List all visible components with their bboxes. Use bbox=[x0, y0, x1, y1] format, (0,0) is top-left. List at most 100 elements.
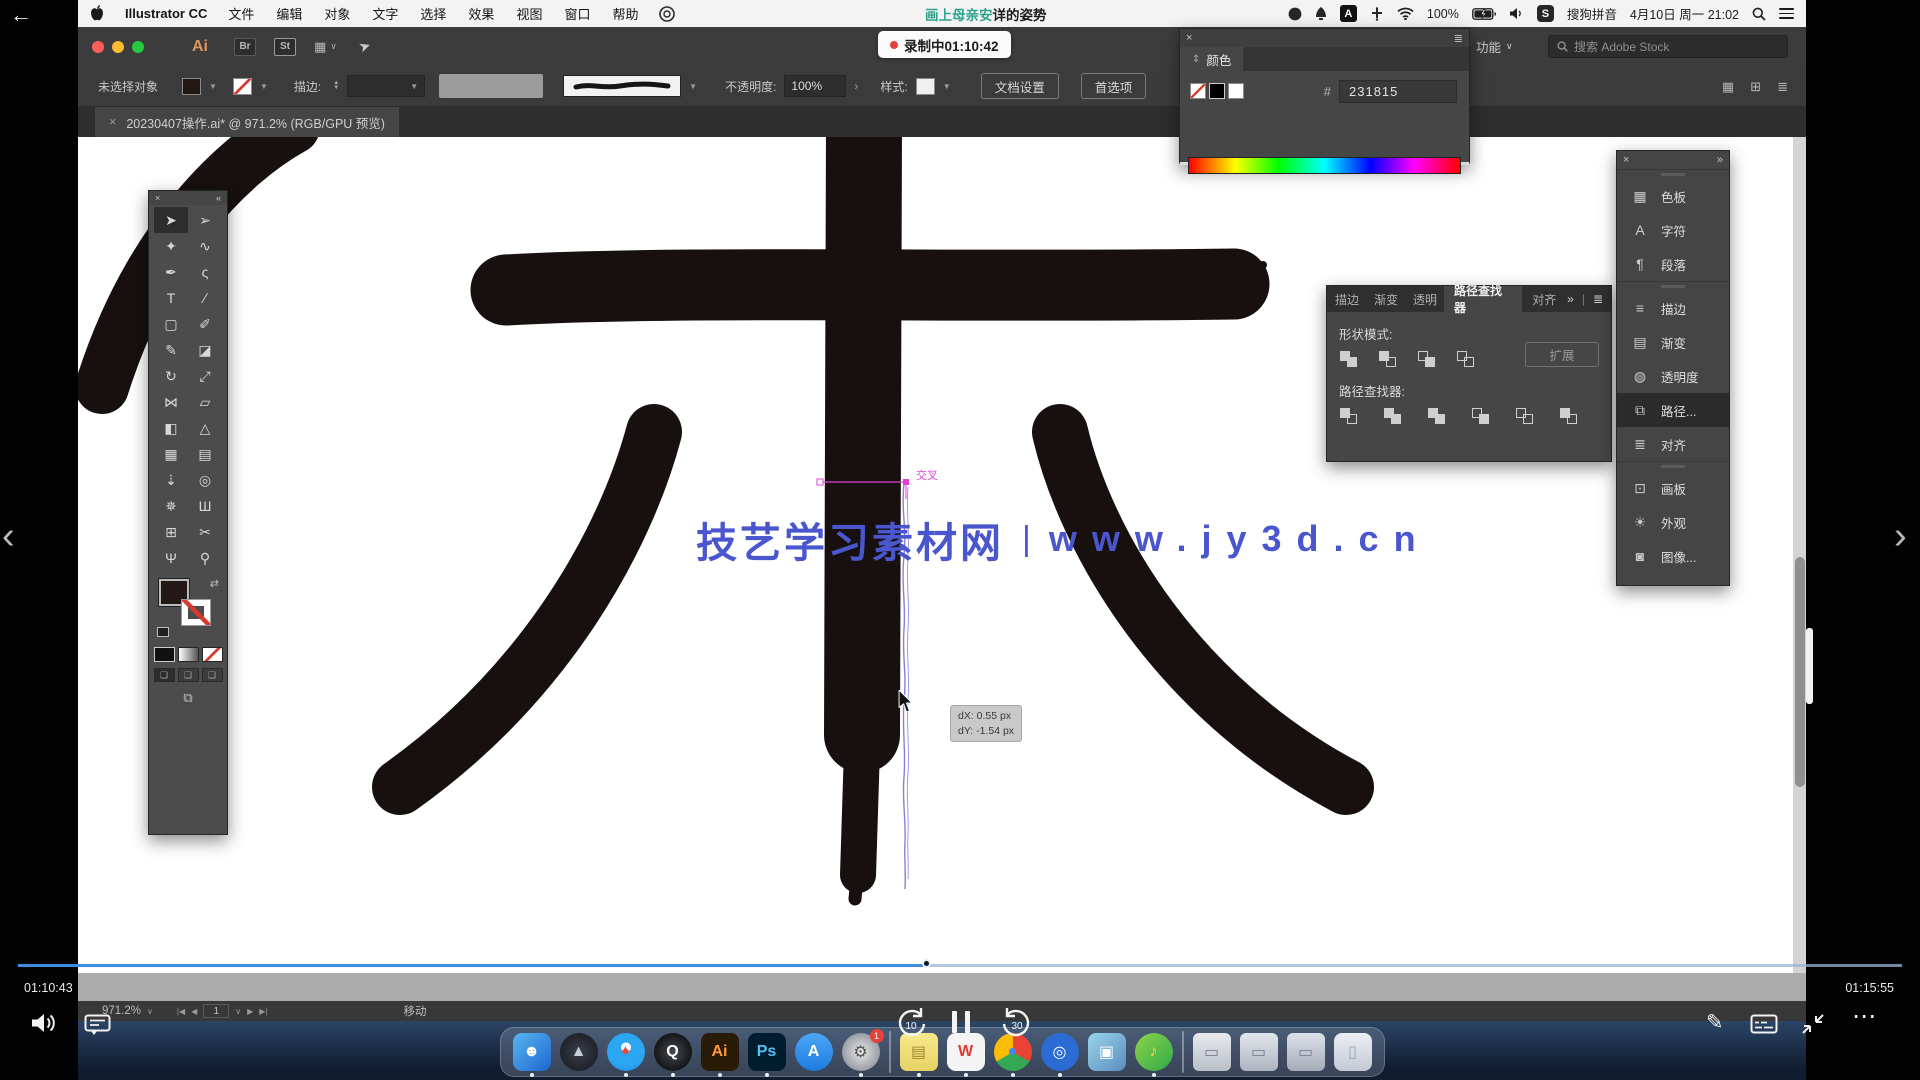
tab-pathfinder-active[interactable]: 路径查找器 bbox=[1444, 286, 1522, 312]
exit-fullscreen-button[interactable] bbox=[1800, 1012, 1826, 1036]
menu-object[interactable]: 对象 bbox=[324, 4, 350, 23]
spotlight-search-icon[interactable] bbox=[1752, 7, 1766, 21]
dock-qq-browser[interactable]: ◎ bbox=[1041, 1033, 1079, 1071]
menubar-app-name[interactable]: Illustrator CC bbox=[125, 6, 207, 21]
anchor-point-hollow[interactable] bbox=[817, 479, 823, 485]
type-tool[interactable]: T bbox=[154, 285, 188, 311]
back-button[interactable]: ← bbox=[10, 2, 32, 28]
brush-definition-preview[interactable] bbox=[563, 75, 681, 97]
artboard-number-input[interactable]: 1 bbox=[203, 1004, 229, 1018]
menu-edit[interactable]: 编辑 bbox=[276, 4, 302, 23]
panel-tab-artboards[interactable]: ⊡ 画板 bbox=[1617, 471, 1729, 505]
dock-wps[interactable]: W bbox=[947, 1033, 985, 1071]
dock-photoshop[interactable]: Ps bbox=[748, 1033, 786, 1071]
selection-tool[interactable]: ➤ bbox=[154, 207, 188, 233]
creative-cloud-icon[interactable] bbox=[659, 6, 675, 22]
artboard-chevron-icon[interactable]: ∨ bbox=[235, 1007, 241, 1016]
panel-tab-pathfinder[interactable]: ⧉ 路径... bbox=[1617, 393, 1729, 427]
curvature-tool[interactable]: ς bbox=[188, 259, 222, 285]
lasso-tool[interactable]: ∿ bbox=[188, 233, 222, 259]
tab-gradient[interactable]: 渐变 bbox=[1366, 291, 1405, 308]
stroke-color-swatch[interactable] bbox=[233, 78, 252, 95]
mesh-tool[interactable]: ▦ bbox=[154, 441, 188, 467]
menu-type[interactable]: 文字 bbox=[372, 4, 398, 23]
direct-selection-tool[interactable]: ➢ bbox=[188, 207, 222, 233]
document-setup-button[interactable]: 文档设置 bbox=[981, 73, 1059, 99]
magic-wand-tool[interactable]: ✦ bbox=[154, 233, 188, 259]
document-tab[interactable]: × 20230407操作.ai* @ 971.2% (RGB/GPU 预览) bbox=[95, 107, 399, 137]
style-swatch[interactable] bbox=[916, 78, 935, 95]
draw-behind-button[interactable]: ❏ bbox=[178, 668, 199, 682]
slice-tool[interactable]: ✂ bbox=[188, 519, 222, 545]
dock-finder[interactable]: ☻ bbox=[513, 1033, 551, 1071]
draw-normal-button[interactable]: ❏ bbox=[154, 668, 175, 682]
panel-tab-image-trace[interactable]: ◙ 图像... bbox=[1617, 539, 1729, 573]
fill-color-swatch[interactable] bbox=[182, 78, 201, 95]
zoom-chevron-icon[interactable]: ∨ bbox=[147, 1007, 153, 1016]
input-source-icon[interactable]: A bbox=[1340, 5, 1357, 22]
prev-artboard-icon[interactable]: ◀ bbox=[191, 1007, 197, 1016]
dock-trash[interactable]: ▯ bbox=[1334, 1033, 1372, 1071]
column-graph-tool[interactable]: Ш bbox=[188, 493, 222, 519]
fill-chevron-icon[interactable]: ▼ bbox=[209, 82, 217, 91]
pathfinder-minus-back[interactable] bbox=[1559, 407, 1583, 426]
seek-bar[interactable] bbox=[18, 964, 1902, 967]
preferences-button[interactable]: 首选项 bbox=[1081, 73, 1147, 99]
tab-close-icon[interactable]: × bbox=[109, 115, 116, 129]
ime-name[interactable]: 搜狗拼音 bbox=[1567, 4, 1617, 23]
sogou-ime-icon[interactable]: S bbox=[1537, 5, 1554, 22]
menu-window[interactable]: 窗口 bbox=[564, 4, 590, 23]
volume-button[interactable] bbox=[30, 1010, 57, 1036]
dock-close-icon[interactable]: × bbox=[1623, 154, 1629, 166]
menubar-datetime[interactable]: 4月10日 周一 21:02 bbox=[1630, 4, 1739, 23]
pause-button[interactable] bbox=[952, 1011, 970, 1033]
tab-stroke[interactable]: 描边 bbox=[1327, 291, 1366, 308]
stock-button[interactable]: St bbox=[274, 38, 296, 56]
expand-button[interactable]: 扩展 bbox=[1525, 342, 1599, 367]
white-color-swatch[interactable] bbox=[1228, 83, 1244, 99]
forward-30-button[interactable]: 30 bbox=[1000, 1006, 1034, 1042]
line-segment-tool[interactable]: ∕ bbox=[188, 285, 222, 311]
more-options-button[interactable]: ⋯ bbox=[1852, 1002, 1877, 1031]
bridge-button[interactable]: Br bbox=[234, 38, 256, 56]
danmaku-toggle-button[interactable] bbox=[84, 1014, 111, 1036]
panel-tab-transparency[interactable]: ◍ 透明度 bbox=[1617, 359, 1729, 393]
shape-builder-tool[interactable]: ◧ bbox=[154, 415, 188, 441]
width-tool[interactable]: ⋈ bbox=[154, 389, 188, 415]
color-spectrum-bar[interactable] bbox=[1188, 157, 1461, 174]
control-center-icon[interactable] bbox=[1779, 8, 1794, 19]
rewind-10-button[interactable]: 10 bbox=[894, 1006, 928, 1042]
dock-appstore[interactable]: A bbox=[795, 1033, 833, 1071]
scrollbar-thumb[interactable] bbox=[1795, 557, 1805, 787]
gradient-mode-button[interactable] bbox=[178, 647, 199, 662]
dock-minimized-window-1[interactable]: ▭ bbox=[1193, 1033, 1231, 1071]
wifi-icon[interactable] bbox=[1397, 7, 1414, 20]
accessibility-icon[interactable] bbox=[1370, 7, 1384, 21]
next-video-button[interactable]: › bbox=[1894, 515, 1907, 558]
previous-video-button[interactable]: ‹ bbox=[2, 515, 15, 558]
dock-minimized-window-3[interactable]: ▭ bbox=[1287, 1033, 1325, 1071]
paintbrush-tool[interactable]: ✐ bbox=[188, 311, 222, 337]
pathfinder-merge[interactable] bbox=[1427, 407, 1451, 426]
scale-tool[interactable]: ⤢ bbox=[188, 363, 222, 389]
arrange-documents-icon[interactable]: ▦ bbox=[314, 39, 326, 55]
tab-transparency[interactable]: 透明 bbox=[1405, 291, 1444, 308]
pathfinder-outline[interactable] bbox=[1515, 407, 1539, 426]
color-mode-button[interactable] bbox=[154, 647, 175, 662]
none-mode-button[interactable] bbox=[202, 647, 223, 662]
default-fill-stroke-icon[interactable] bbox=[157, 627, 169, 637]
panel-group-grip[interactable] bbox=[1617, 169, 1729, 179]
panel-group-grip[interactable] bbox=[1617, 461, 1729, 471]
workspace-switcher[interactable]: 功能 ∨ bbox=[1476, 27, 1513, 66]
control-bar-icon[interactable]: ▦ bbox=[1722, 79, 1734, 95]
opacity-panel-arrow[interactable]: › bbox=[854, 79, 858, 93]
panel-tab-character[interactable]: A 字符 bbox=[1617, 213, 1729, 247]
notes-edit-button[interactable]: ✎ bbox=[1706, 1010, 1724, 1035]
menu-effect[interactable]: 效果 bbox=[468, 4, 494, 23]
menu-file[interactable]: 文件 bbox=[228, 4, 254, 23]
width-profile-dropdown[interactable] bbox=[439, 74, 543, 98]
style-chevron-icon[interactable]: ▼ bbox=[943, 82, 951, 91]
window-zoom-button[interactable] bbox=[132, 41, 144, 53]
zoom-tool[interactable]: ⚲ bbox=[188, 545, 222, 571]
tab-align[interactable]: 对齐 bbox=[1522, 291, 1567, 308]
